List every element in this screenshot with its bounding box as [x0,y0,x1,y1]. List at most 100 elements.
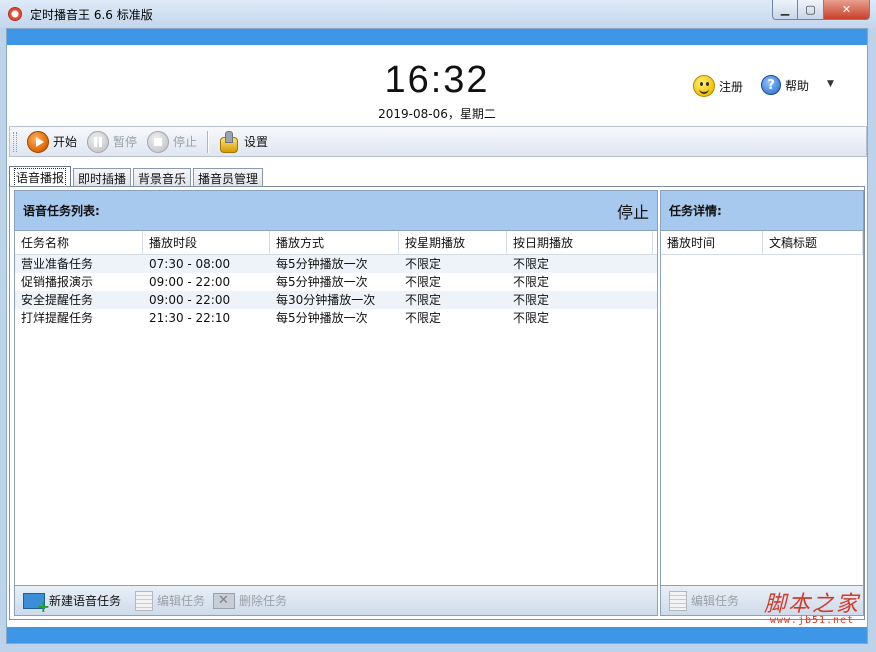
edit-detail-label: 编辑任务 [691,594,740,608]
cell-date: 不限定 [513,293,550,307]
cell-weekday: 不限定 [405,257,442,271]
cell-date: 不限定 [513,275,550,289]
cell-weekday: 不限定 [405,293,442,307]
tab-label: 背景音乐 [138,171,187,186]
cell-play-mode: 每5分钟播放一次 [276,257,368,271]
tab-background-music[interactable]: 背景音乐 [133,168,192,187]
cell-task-name: 营业准备任务 [21,257,94,271]
chevron-down-icon[interactable]: ▼ [827,79,834,89]
task-list-header: 语音任务列表: 停止 [15,191,657,231]
task-detail-header: 任务详情: [661,191,863,231]
edit-detail-button[interactable]: 编辑任务 [669,590,740,611]
column-header[interactable]: 文稿标题 [763,231,863,255]
title-bar: 定时播音王 6.6 标准版 ▁ ▢ ✕ [0,0,876,28]
main-window: 16:32 2019-08-06，星期二 注册 ? 帮助 ▼ 开始 暂停 停止 … [6,28,868,644]
settings-icon [218,130,240,153]
cell-time-range: 09:00 - 22:00 [149,293,231,307]
tab-label: 播音员管理 [198,171,259,186]
settings-button[interactable]: 设置 [218,130,269,153]
column-header[interactable]: 播放时段 [143,231,270,255]
minimize-button[interactable]: ▁ [772,0,798,20]
task-list-pane: 语音任务列表: 停止 任务名称 播放时段 播放方式 按星期播放 按日期播放 营业… [14,190,658,616]
pause-label: 暂停 [113,135,138,149]
column-header[interactable]: 按星期播放 [399,231,507,255]
cell-task-name: 安全提醒任务 [21,293,94,307]
smiley-icon [693,75,715,97]
task-detail-pane: 任务详情: 播放时间 文稿标题 编辑任务 [660,190,864,616]
pause-icon [87,130,110,153]
table-row[interactable]: 安全提醒任务 09:00 - 22:00 每30分钟播放一次 不限定 不限定 [15,291,657,309]
tab-label: 即时插播 [78,171,127,186]
top-accent-strip [7,29,867,45]
add-task-icon [23,592,50,615]
close-icon: ✕ [841,3,852,16]
task-detail-title: 任务详情: [669,204,722,218]
cell-date: 不限定 [513,257,550,271]
tab-voice-broadcast[interactable]: 语音播报 [9,166,72,188]
start-button[interactable]: 开始 [27,130,78,153]
app-icon [8,7,22,21]
start-label: 开始 [53,135,78,149]
bottom-accent-strip [7,627,867,643]
close-button[interactable]: ✕ [824,0,870,20]
playback-status: 停止 [616,202,649,222]
maximize-button[interactable]: ▢ [798,0,824,20]
clock-header: 16:32 2019-08-06，星期二 注册 ? 帮助 ▼ [7,45,867,125]
column-header[interactable]: 播放方式 [270,231,399,255]
cell-weekday: 不限定 [405,275,442,289]
table-row[interactable]: 营业准备任务 07:30 - 08:00 每5分钟播放一次 不限定 不限定 [15,255,657,273]
table-row[interactable]: 促销播报演示 09:00 - 22:00 每5分钟播放一次 不限定 不限定 [15,273,657,291]
delete-icon [213,592,236,609]
edit-task-label: 编辑任务 [157,594,206,608]
toolbar-grip[interactable] [13,131,17,152]
table-row[interactable]: 打烊提醒任务 21:30 - 22:10 每5分钟播放一次 不限定 不限定 [15,309,657,327]
edit-task-button[interactable]: 编辑任务 [135,590,206,611]
column-header[interactable]: 按日期播放 [507,231,653,255]
tab-strip: 语音播报 即时插播 背景音乐 播音员管理 [9,165,265,188]
new-task-label: 新建语音任务 [49,594,122,608]
cell-weekday: 不限定 [405,311,442,325]
play-icon [27,130,49,153]
stop-button[interactable]: 停止 [147,130,197,153]
cell-date: 不限定 [513,311,550,325]
cell-play-mode: 每5分钟播放一次 [276,275,368,289]
column-header[interactable]: 任务名称 [15,231,143,255]
tab-instant-insert[interactable]: 即时插播 [73,168,132,187]
tab-label: 语音播报 [14,168,67,187]
task-list-title: 语音任务列表: [23,204,100,218]
new-voice-task-button[interactable]: 新建语音任务 [23,592,122,615]
help-label: 帮助 [785,78,810,93]
cell-task-name: 促销播报演示 [21,275,94,289]
register-link[interactable]: 注册 [693,75,743,97]
cell-time-range: 09:00 - 22:00 [149,275,231,289]
cell-play-mode: 每5分钟播放一次 [276,311,368,325]
column-header[interactable]: 播放时间 [661,231,763,255]
pause-button[interactable]: 暂停 [87,130,138,153]
watermark: 脚本之家 www.jb51.net [764,594,860,626]
clock-date: 2019-08-06，星期二 [378,107,496,121]
watermark-main: 脚本之家 [763,592,860,617]
edit-document-icon [669,590,687,611]
settings-label: 设置 [244,135,269,149]
cell-play-mode: 每30分钟播放一次 [276,293,376,307]
detail-table-header: 播放时间 文稿标题 [661,231,863,255]
tab-announcer-management[interactable]: 播音员管理 [193,168,264,187]
task-table-body: 营业准备任务 07:30 - 08:00 每5分钟播放一次 不限定 不限定 促销… [15,255,657,327]
stop-icon [147,130,170,153]
minimize-icon: ▁ [780,3,790,16]
main-toolbar: 开始 暂停 停止 设置 [9,126,867,157]
task-list-actions: 新建语音任务 编辑任务 删除任务 [15,585,657,615]
help-link[interactable]: ? 帮助 [761,75,809,95]
register-label: 注册 [719,79,744,94]
delete-task-button[interactable]: 删除任务 [213,592,287,609]
cell-time-range: 21:30 - 22:10 [149,311,231,325]
cell-task-name: 打烊提醒任务 [21,311,94,325]
task-table-header: 任务名称 播放时段 播放方式 按星期播放 按日期播放 [15,231,657,255]
maximize-icon: ▢ [805,3,816,16]
help-icon: ? [761,75,781,95]
delete-task-label: 删除任务 [239,594,288,608]
cell-time-range: 07:30 - 08:00 [149,257,231,271]
window-controls: ▁ ▢ ✕ [772,0,870,20]
tab-content: 语音任务列表: 停止 任务名称 播放时段 播放方式 按星期播放 按日期播放 营业… [9,186,865,620]
edit-document-icon [135,590,154,611]
